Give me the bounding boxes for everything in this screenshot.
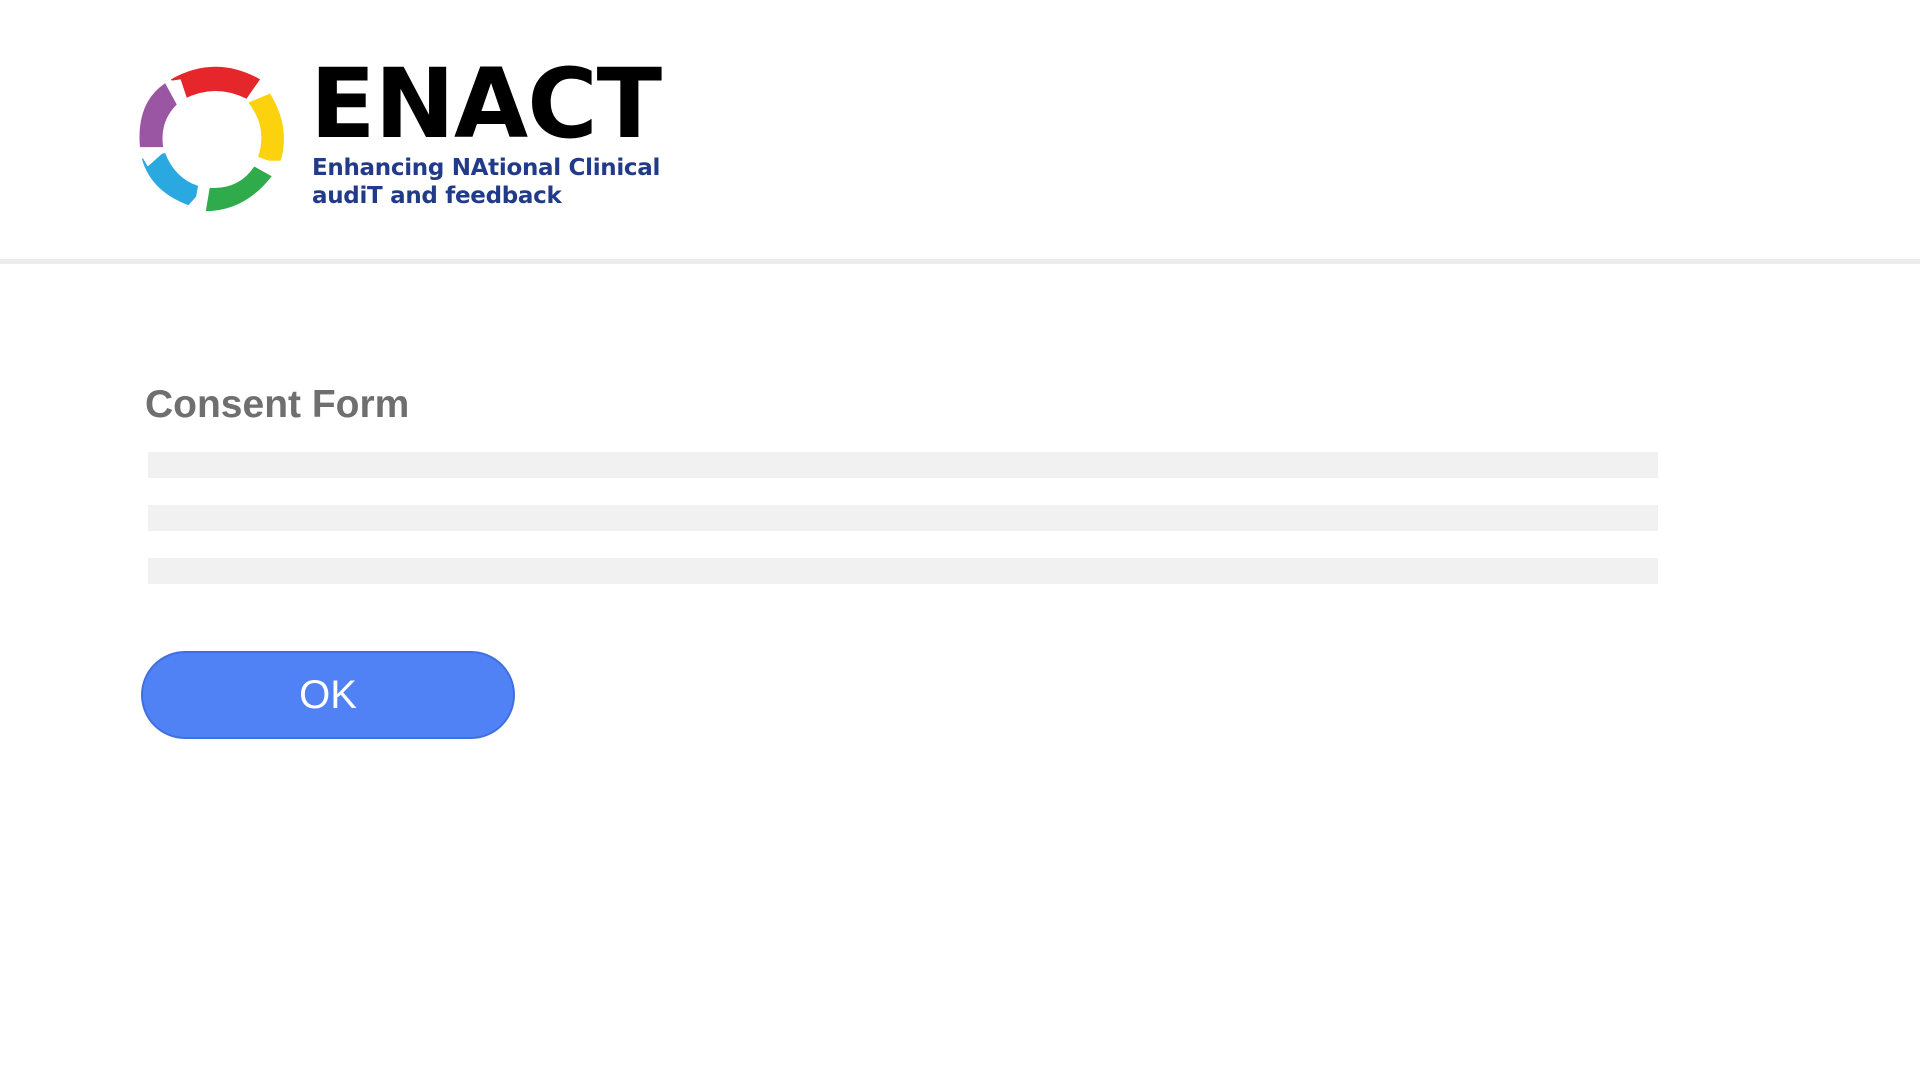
header: ENACT Enhancing NAtional Clinical audiT …	[0, 0, 1920, 264]
page-title: Consent Form	[145, 383, 410, 426]
enact-logo: ENACT Enhancing NAtional Clinical audiT …	[138, 54, 662, 214]
placeholder-text-line	[148, 452, 1658, 478]
page: ENACT Enhancing NAtional Clinical audiT …	[0, 0, 1920, 1080]
ok-button[interactable]: OK	[141, 651, 515, 739]
placeholder-text-line	[148, 558, 1658, 584]
logo-subtitle-line-1: Enhancing NAtional Clinical	[312, 155, 661, 181]
placeholder-text-line	[148, 505, 1658, 531]
enact-cycle-logo-icon	[139, 66, 284, 212]
logo-subtitle: Enhancing NAtional Clinical audiT and fe…	[312, 154, 660, 210]
logo-title: ENACT	[310, 48, 662, 160]
logo-subtitle-line-2: audiT and feedback	[312, 183, 562, 209]
